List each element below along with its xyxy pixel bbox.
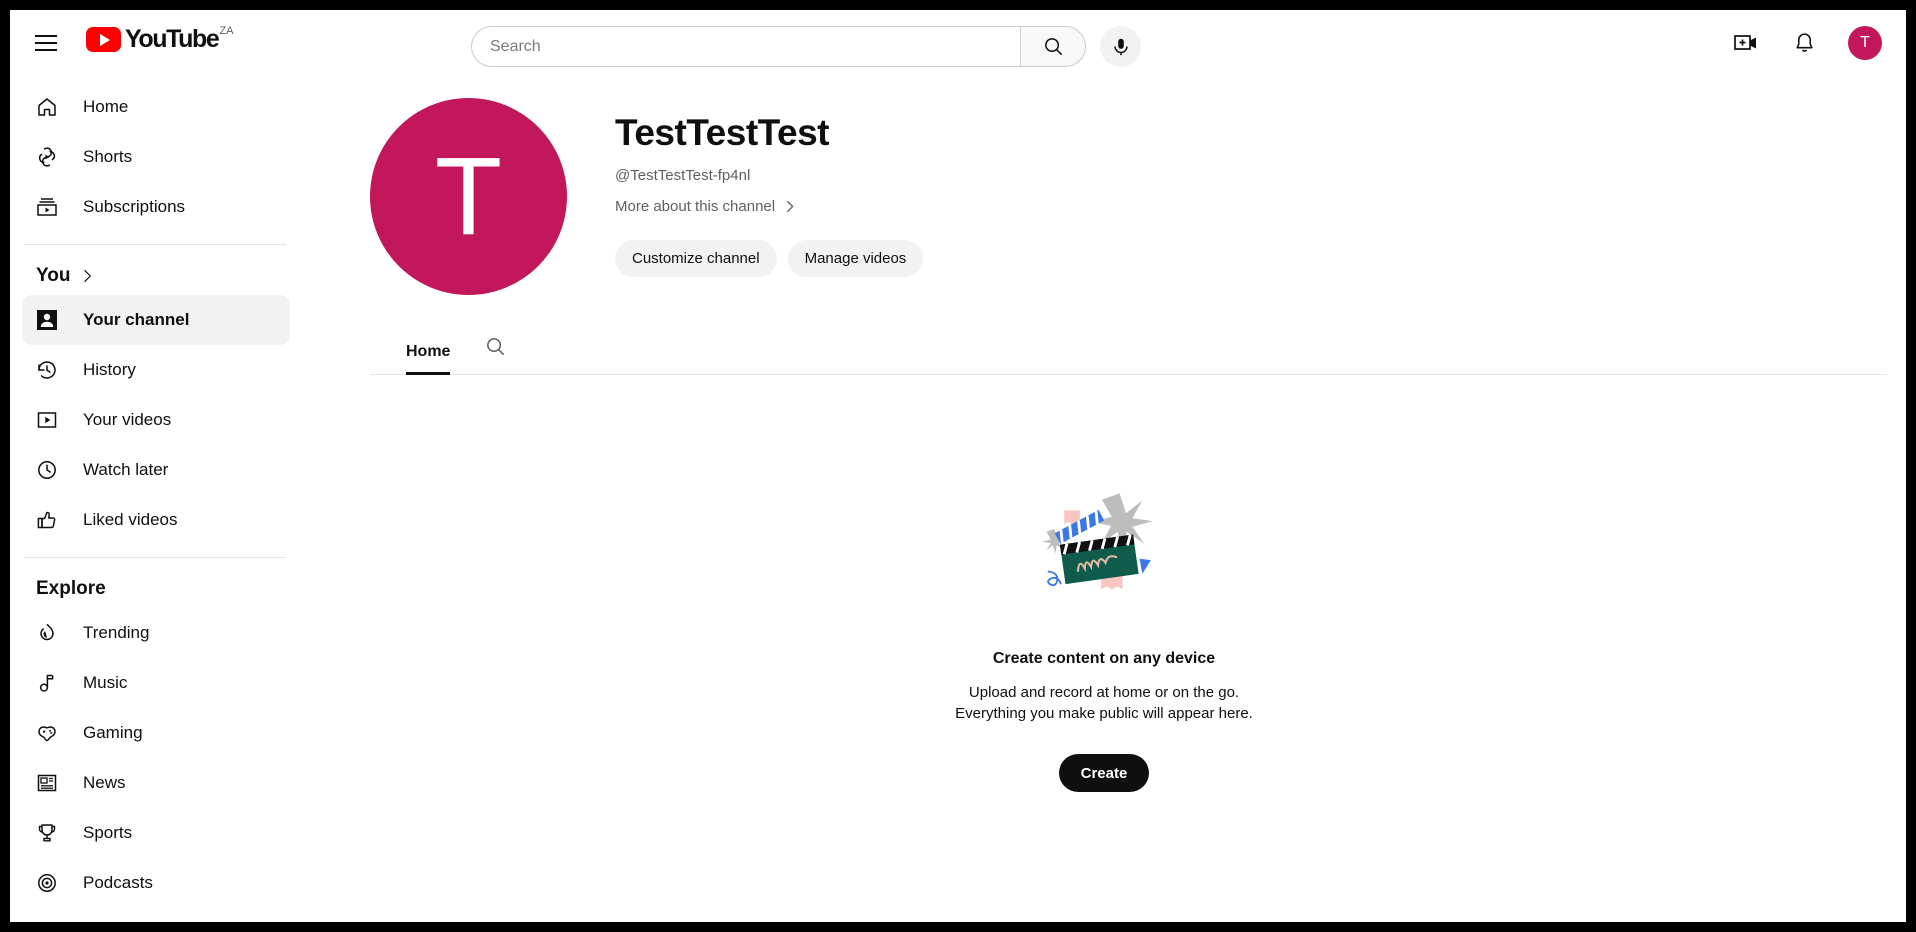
channel-actions: Customize channel Manage videos bbox=[615, 240, 924, 277]
sidebar-item-label: Trending bbox=[83, 623, 150, 642]
voice-search-button[interactable] bbox=[1100, 26, 1141, 67]
search-box[interactable] bbox=[471, 26, 1020, 67]
sidebar-item-news[interactable]: News bbox=[22, 758, 290, 808]
youtube-play-icon bbox=[86, 27, 121, 52]
sidebar-divider-1 bbox=[24, 244, 286, 245]
search-submit-button[interactable] bbox=[1020, 26, 1086, 67]
sidebar-item-label: Sports bbox=[83, 823, 133, 842]
sidebar-item-label: Shorts bbox=[83, 147, 133, 166]
account-avatar[interactable]: T bbox=[1848, 26, 1882, 60]
sidebar-item-shorts[interactable]: Shorts bbox=[22, 132, 290, 182]
sidebar-section-you[interactable]: You bbox=[10, 257, 302, 295]
music-note-icon bbox=[35, 671, 59, 695]
sidebar-item-gaming[interactable]: Gaming bbox=[22, 708, 290, 758]
search-icon bbox=[1044, 38, 1062, 56]
history-icon bbox=[35, 358, 59, 382]
channel-info: TestTestTest @TestTestTest-fp4nl More ab… bbox=[615, 98, 924, 295]
sidebar-item-label: Subscriptions bbox=[83, 197, 186, 216]
youtube-logo[interactable]: YouTube ZA bbox=[86, 23, 234, 63]
search-area bbox=[471, 26, 1141, 67]
notifications-button[interactable] bbox=[1784, 23, 1824, 63]
shorts-icon bbox=[35, 145, 59, 169]
sidebar-item-label: History bbox=[83, 360, 136, 379]
manage-videos-button[interactable]: Manage videos bbox=[787, 240, 924, 277]
sidebar-item-label: Watch later bbox=[83, 460, 169, 479]
empty-state: Create content on any device Upload and … bbox=[302, 487, 1906, 792]
clapperboard-illustration bbox=[1042, 493, 1153, 590]
empty-state-line-2: Everything you make public will appear h… bbox=[955, 705, 1253, 722]
channel-handle: @TestTestTest-fp4nl bbox=[615, 167, 751, 184]
thumbs-up-icon bbox=[35, 508, 59, 532]
create-video-icon bbox=[1734, 35, 1756, 50]
customize-channel-button[interactable]: Customize channel bbox=[615, 240, 777, 277]
podcast-icon bbox=[35, 871, 59, 895]
sidebar-item-home[interactable]: Home bbox=[22, 82, 290, 132]
channel-header: T TestTestTest @TestTestTest-fp4nl More … bbox=[302, 76, 1906, 295]
sidebar-item-sports[interactable]: Sports bbox=[22, 808, 290, 858]
video-icon bbox=[35, 408, 59, 432]
trending-icon bbox=[35, 621, 59, 645]
sidebar-item-label: Your videos bbox=[83, 410, 172, 429]
sidebar-item-label: News bbox=[83, 773, 126, 792]
sidebar-item-your-videos[interactable]: Your videos bbox=[22, 395, 290, 445]
more-about-channel-link[interactable]: More about this channel bbox=[615, 198, 923, 215]
channel-name: TestTestTest bbox=[615, 112, 830, 153]
channel-avatar[interactable]: T bbox=[370, 98, 567, 295]
news-icon bbox=[35, 771, 59, 795]
sidebar-divider-2 bbox=[24, 557, 286, 558]
bell-icon bbox=[1795, 32, 1813, 52]
person-icon bbox=[35, 308, 59, 332]
sidebar-item-liked-videos[interactable]: Liked videos bbox=[22, 495, 290, 545]
search-input[interactable] bbox=[490, 37, 1020, 56]
sidebar-item-music[interactable]: Music bbox=[22, 658, 290, 708]
sidebar-section-you-label: You bbox=[36, 265, 71, 286]
sidebar-item-history[interactable]: History bbox=[22, 345, 290, 395]
microphone-icon bbox=[1113, 38, 1128, 55]
top-bar: YouTube ZA Search T bbox=[10, 10, 1906, 76]
create-button[interactable] bbox=[1726, 23, 1766, 63]
empty-state-line-1: Upload and record at home or on the go. bbox=[968, 684, 1240, 701]
main-content: T TestTestTest @TestTestTest-fp4nl More … bbox=[302, 76, 1906, 922]
sidebar-item-trending[interactable]: Trending bbox=[22, 608, 290, 658]
sidebar: Home Shorts Subscriptions You Your chann… bbox=[10, 76, 302, 922]
create-content-button[interactable]: Create bbox=[1058, 754, 1150, 792]
youtube-country-code: ZA bbox=[219, 25, 234, 37]
clock-icon bbox=[35, 458, 59, 482]
sidebar-item-label: Home bbox=[83, 97, 129, 116]
channel-tabs: Home bbox=[370, 327, 1887, 375]
sidebar-item-label: Liked videos bbox=[83, 510, 178, 529]
chevron-right-icon bbox=[787, 200, 794, 213]
top-bar-actions: T bbox=[1726, 10, 1882, 76]
tab-home[interactable]: Home bbox=[406, 343, 451, 375]
youtube-channel-page: YouTube ZA Search T Home Shorts Subscrip… bbox=[10, 10, 1906, 922]
sidebar-section-explore-label: Explore bbox=[36, 578, 106, 599]
sidebar-item-watch-later[interactable]: Watch later bbox=[22, 445, 290, 495]
sidebar-item-subscriptions[interactable]: Subscriptions bbox=[22, 182, 290, 232]
sidebar-item-label: Your channel bbox=[83, 310, 190, 329]
sidebar-item-label: Gaming bbox=[83, 723, 143, 742]
chevron-right-icon bbox=[84, 270, 92, 282]
home-icon bbox=[35, 95, 59, 119]
search-icon bbox=[487, 338, 505, 356]
empty-state-title: Create content on any device bbox=[992, 650, 1216, 667]
sidebar-item-podcasts[interactable]: Podcasts bbox=[22, 858, 290, 908]
empty-state-description: Upload and record at home or on the go. … bbox=[955, 682, 1253, 724]
youtube-logo-text: YouTube bbox=[125, 25, 220, 53]
gaming-icon bbox=[35, 721, 59, 745]
sidebar-item-label: Music bbox=[83, 673, 128, 692]
more-about-channel-label: More about this channel bbox=[615, 198, 776, 215]
tab-search-button[interactable] bbox=[484, 335, 507, 374]
subscriptions-icon bbox=[35, 195, 59, 219]
sidebar-item-your-channel[interactable]: Your channel bbox=[22, 295, 290, 345]
hamburger-icon[interactable] bbox=[22, 19, 70, 67]
trophy-icon bbox=[35, 821, 59, 845]
sidebar-item-label: Podcasts bbox=[83, 873, 153, 892]
